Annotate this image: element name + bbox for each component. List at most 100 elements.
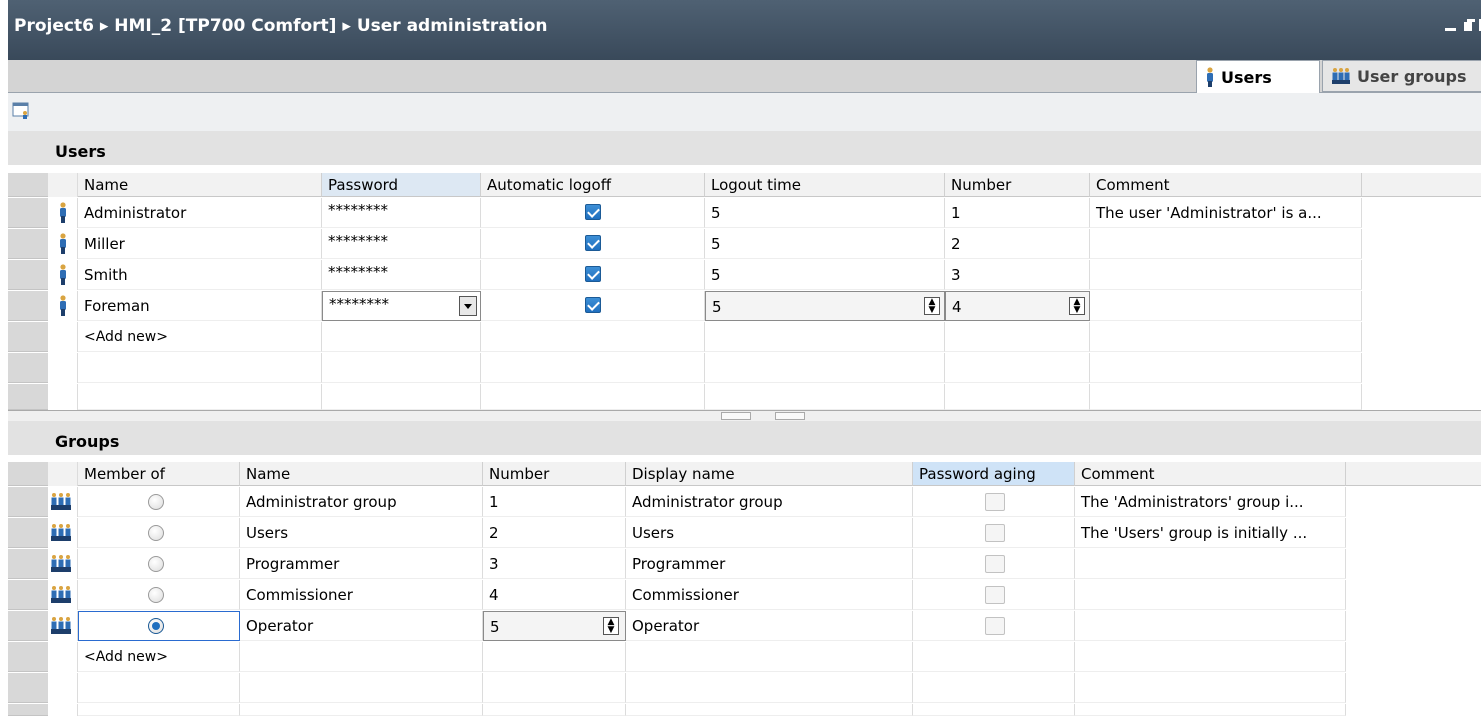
col-header-member-of[interactable]: Member of (78, 462, 240, 486)
col-header-number[interactable]: Number (483, 462, 626, 486)
splitter-up-button[interactable] (721, 412, 751, 426)
member-of-radio[interactable] (148, 618, 164, 634)
col-header-automatic-logoff[interactable]: Automatic logoff (481, 173, 705, 197)
col-header-display-name[interactable]: Display name (626, 462, 913, 486)
user-name-cell[interactable]: Smith (78, 260, 322, 290)
group-number-cell[interactable]: 4 (483, 580, 626, 610)
password-dropdown-button[interactable] (459, 296, 477, 316)
password-aging-cell[interactable] (913, 487, 1075, 517)
member-of-radio[interactable] (148, 525, 164, 541)
table-row-selected[interactable]: Foreman ******** 5 ▲ ▼ 4 ▲ ▼ (8, 291, 1481, 321)
user-comment-cell[interactable] (1090, 229, 1362, 259)
col-header-logout-time[interactable]: Logout time (705, 173, 945, 197)
member-of-cell[interactable] (78, 549, 240, 579)
group-number-cell[interactable]: 1 (483, 487, 626, 517)
group-number-cell[interactable]: 5 ▲ ▼ (483, 611, 626, 641)
user-password-cell[interactable]: ******** (322, 229, 481, 259)
user-number-cell[interactable]: 4 ▲ ▼ (945, 291, 1090, 321)
group-comment-cell[interactable]: The 'Administrators' group i... (1075, 487, 1346, 517)
tab-user-groups[interactable]: User groups (1322, 60, 1481, 92)
user-password-cell[interactable]: ******** (322, 291, 481, 321)
number-spinner[interactable]: ▲ ▼ (1069, 297, 1085, 315)
col-header-comment[interactable]: Comment (1075, 462, 1346, 486)
group-number-spinner[interactable]: ▲ ▼ (603, 617, 619, 635)
col-header-name[interactable]: Name (78, 173, 322, 197)
member-of-radio[interactable] (148, 556, 164, 572)
user-auto-logoff-cell[interactable] (481, 198, 705, 228)
user-logout-time-cell[interactable]: 5 (705, 260, 945, 290)
row-gutter[interactable] (8, 518, 48, 548)
member-of-cell[interactable] (78, 611, 240, 641)
user-password-cell[interactable]: ******** (322, 260, 481, 290)
password-aging-cell[interactable] (913, 549, 1075, 579)
member-of-radio[interactable] (148, 494, 164, 510)
user-number-cell[interactable]: 2 (945, 229, 1090, 259)
user-password-cell[interactable]: ******** (322, 198, 481, 228)
user-list-view-icon[interactable] (12, 101, 30, 119)
group-display-name-cell[interactable]: Users (626, 518, 913, 548)
password-aging-checkbox[interactable] (985, 586, 1005, 604)
pane-splitter[interactable] (8, 410, 1481, 426)
password-aging-cell[interactable] (913, 580, 1075, 610)
group-display-name-cell[interactable]: Operator (626, 611, 913, 641)
member-of-cell[interactable] (78, 518, 240, 548)
user-name-cell[interactable]: Miller (78, 229, 322, 259)
col-header-name[interactable]: Name (240, 462, 483, 486)
user-auto-logoff-cell[interactable] (481, 291, 705, 321)
password-aging-checkbox[interactable] (985, 555, 1005, 573)
table-row[interactable]: Administrator ******** 5 1 The user 'Adm… (8, 198, 1481, 228)
user-auto-logoff-cell[interactable] (481, 260, 705, 290)
row-gutter[interactable] (8, 229, 48, 259)
user-auto-logoff-cell[interactable] (481, 229, 705, 259)
table-row[interactable]: Administrator group 1 Administrator grou… (8, 487, 1481, 517)
group-display-name-cell[interactable]: Programmer (626, 549, 913, 579)
add-new-row[interactable]: <Add new> (8, 642, 1481, 672)
password-aging-cell[interactable] (913, 518, 1075, 548)
row-gutter[interactable] (8, 611, 48, 641)
auto-logoff-checkbox[interactable] (585, 266, 601, 282)
add-new-row[interactable]: <Add new> (8, 322, 1481, 352)
table-row[interactable]: Smith ******** 5 3 (8, 260, 1481, 290)
logout-time-spinner[interactable]: ▲ ▼ (924, 297, 940, 315)
table-row[interactable]: Programmer 3 Programmer (8, 549, 1481, 579)
table-row[interactable]: Commissioner 4 Commissioner (8, 580, 1481, 610)
group-number-cell[interactable]: 3 (483, 549, 626, 579)
row-gutter[interactable] (8, 260, 48, 290)
user-name-cell[interactable]: Administrator (78, 198, 322, 228)
member-of-cell[interactable] (78, 487, 240, 517)
col-header-password[interactable]: Password (322, 173, 481, 197)
table-row-selected[interactable]: Operator 5 ▲ ▼ Operator (8, 611, 1481, 641)
user-name-cell[interactable]: Foreman (78, 291, 322, 321)
add-new-group[interactable]: <Add new> (78, 642, 240, 672)
group-name-cell[interactable]: Users (240, 518, 483, 548)
group-comment-cell[interactable] (1075, 549, 1346, 579)
group-name-cell[interactable]: Operator (240, 611, 483, 641)
user-logout-time-cell[interactable]: 5 (705, 198, 945, 228)
group-name-cell[interactable]: Commissioner (240, 580, 483, 610)
user-comment-cell[interactable]: The user 'Administrator' is a... (1090, 198, 1362, 228)
row-gutter[interactable] (8, 487, 48, 517)
password-aging-checkbox[interactable] (985, 493, 1005, 511)
user-comment-cell[interactable] (1090, 260, 1362, 290)
add-new-user[interactable]: <Add new> (78, 322, 322, 352)
group-name-cell[interactable]: Programmer (240, 549, 483, 579)
group-display-name-cell[interactable]: Commissioner (626, 580, 913, 610)
auto-logoff-checkbox[interactable] (585, 235, 601, 251)
user-comment-cell[interactable] (1090, 291, 1362, 321)
group-display-name-cell[interactable]: Administrator group (626, 487, 913, 517)
password-aging-cell[interactable] (913, 611, 1075, 641)
group-number-cell[interactable]: 2 (483, 518, 626, 548)
group-comment-cell[interactable]: The 'Users' group is initially ... (1075, 518, 1346, 548)
user-logout-time-cell[interactable]: 5 ▲ ▼ (705, 291, 945, 321)
col-header-comment[interactable]: Comment (1090, 173, 1362, 197)
row-gutter[interactable] (8, 198, 48, 228)
col-header-password-aging[interactable]: Password aging (913, 462, 1075, 486)
group-comment-cell[interactable] (1075, 580, 1346, 610)
col-header-number[interactable]: Number (945, 173, 1090, 197)
row-gutter[interactable] (8, 549, 48, 579)
password-aging-checkbox[interactable] (985, 524, 1005, 542)
password-aging-checkbox[interactable] (985, 617, 1005, 635)
member-of-cell[interactable] (78, 580, 240, 610)
splitter-down-button[interactable] (775, 412, 805, 426)
group-name-cell[interactable]: Administrator group (240, 487, 483, 517)
